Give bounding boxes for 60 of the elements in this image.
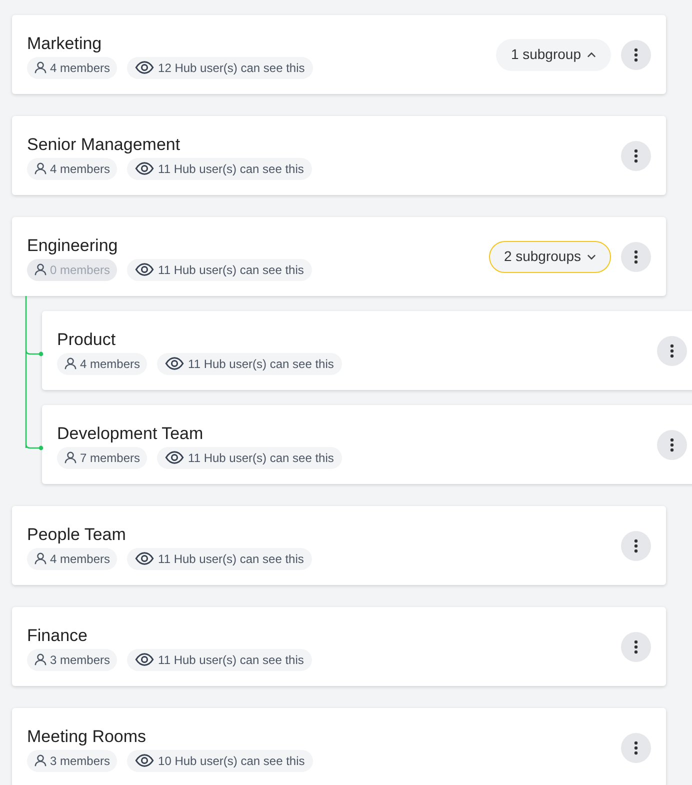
visibility-chip: 11 Hub user(s) can see this [127,258,312,280]
kebab-menu-icon [634,640,638,654]
eye-icon [135,552,154,565]
kebab-menu-icon [634,148,638,162]
person-icon [34,263,47,276]
visibility-chip: 11 Hub user(s) can see this [127,548,312,570]
visibility-chip: 11 Hub user(s) can see this [157,446,342,468]
eye-icon [165,451,184,464]
group-name: People Team [27,524,127,546]
more-options-button[interactable] [621,242,651,272]
members-chip: 0 members [27,258,118,280]
more-options-button[interactable] [621,632,651,662]
more-options-button[interactable] [621,530,651,560]
more-options-button[interactable] [621,732,651,762]
group-name: Meeting Rooms [27,726,148,748]
person-icon [34,162,47,175]
person-icon [34,653,47,666]
members-chip: 7 members [57,446,148,468]
more-options-button[interactable] [657,430,687,460]
kebab-menu-icon [670,438,674,452]
eye-icon [135,653,154,666]
more-options-button[interactable] [621,40,651,70]
more-options-button[interactable] [657,336,687,366]
chevron-icon [587,52,596,58]
subgroups-toggle[interactable]: 1 subgroup [496,38,611,70]
visibility-chip: 11 Hub user(s) can see this [127,648,312,670]
visibility-chip: 10 Hub user(s) can see this [127,750,313,772]
group-name: Marketing [27,32,103,54]
eye-icon [135,162,154,175]
kebab-menu-icon [670,344,674,358]
kebab-menu-icon [634,250,638,264]
person-icon [34,61,47,74]
eye-icon [135,61,154,74]
members-chip: 4 members [27,548,118,570]
members-chip: 4 members [57,352,148,374]
eye-icon [135,754,154,767]
members-chip: 3 members [27,750,118,772]
kebab-menu-icon [634,48,638,62]
visibility-chip: 11 Hub user(s) can see this [157,352,342,374]
members-chip: 4 members [27,158,118,180]
eye-icon [165,357,184,370]
visibility-chip: 12 Hub user(s) can see this [127,56,313,78]
subgroups-toggle[interactable]: 2 subgroups [488,240,611,272]
group-name: Product [57,328,117,350]
eye-icon [135,263,154,276]
person-icon [64,451,77,464]
person-icon [34,552,47,565]
group-name: Finance [27,624,88,646]
person-icon [64,357,77,370]
person-icon [34,754,47,767]
group-name: Senior Management [27,134,182,156]
kebab-menu-icon [634,538,638,552]
group-name: Engineering [27,234,119,256]
visibility-chip: 11 Hub user(s) can see this [127,158,312,180]
more-options-button[interactable] [621,140,651,170]
members-chip: 3 members [27,648,118,670]
members-chip: 4 members [27,56,118,78]
chevron-icon [587,254,596,260]
group-name: Development Team [57,422,204,444]
kebab-menu-icon [634,740,638,754]
